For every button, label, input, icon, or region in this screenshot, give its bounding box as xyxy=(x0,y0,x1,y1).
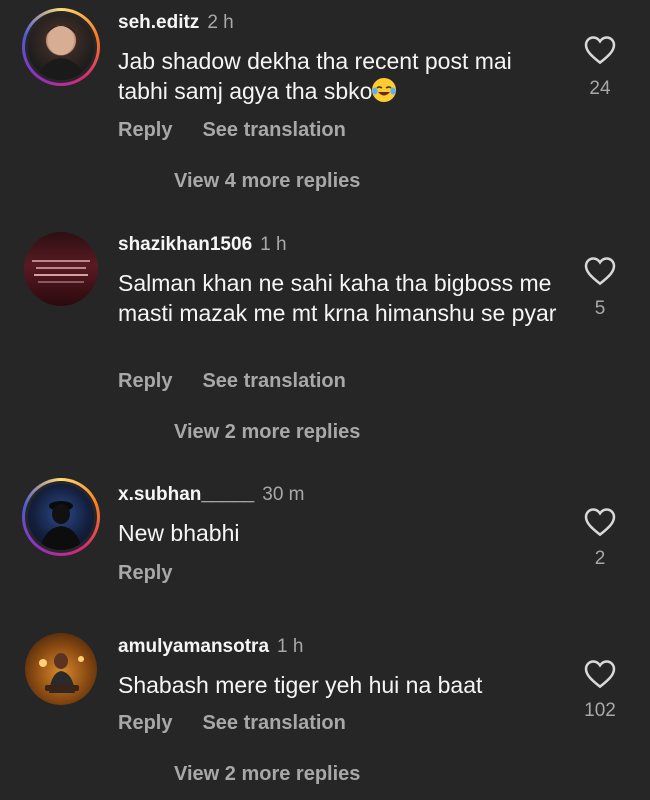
username[interactable]: amulyamansotra xyxy=(118,636,269,657)
comment-actions: Reply xyxy=(118,562,172,585)
username[interactable]: x.subhan_____ xyxy=(118,484,254,505)
reply-button[interactable]: Reply xyxy=(118,370,172,392)
comment-text: New bhabhi xyxy=(118,520,240,546)
comment-body: Jab shadow dekha tha recent post mai tab… xyxy=(118,48,512,104)
comment-meta: shazikhan1506 1 h xyxy=(118,234,287,256)
profile-photo-icon xyxy=(40,501,82,550)
username[interactable]: shazikhan1506 xyxy=(118,234,252,255)
comment-actions: Reply See translation xyxy=(118,712,346,735)
comment-meta: seh.editz 2 h xyxy=(118,12,234,34)
view-more-replies-button[interactable]: View 2 more replies xyxy=(174,421,360,444)
reply-button[interactable]: Reply xyxy=(118,562,172,584)
face-with-tears-of-joy-emoji xyxy=(372,78,397,102)
comment-meta: amulyamansotra 1 h xyxy=(118,636,303,658)
like-count: 24 xyxy=(589,78,611,99)
reply-button[interactable]: Reply xyxy=(118,119,172,141)
comment-actions: Reply See translation xyxy=(118,119,346,142)
like-count: 2 xyxy=(594,548,606,569)
avatar-seh-editz[interactable] xyxy=(22,8,100,86)
avatar-shazikhan1506[interactable] xyxy=(24,232,98,306)
avatar-x-subhan[interactable] xyxy=(22,478,100,556)
username[interactable]: seh.editz xyxy=(118,12,199,33)
comment-actions: Reply See translation xyxy=(118,370,346,393)
profile-photo-icon xyxy=(38,25,84,80)
timestamp: 30 m xyxy=(262,484,305,505)
heart-icon[interactable] xyxy=(584,659,616,689)
see-translation-button[interactable]: See translation xyxy=(202,712,345,734)
view-more-replies-button[interactable]: View 2 more replies xyxy=(174,763,360,786)
view-more-replies-button[interactable]: View 4 more replies xyxy=(174,170,360,193)
comment-text: Salman khan ne sahi kaha tha bigboss me … xyxy=(118,270,557,326)
like-count: 102 xyxy=(584,700,616,721)
comment-meta: x.subhan_____ 30 m xyxy=(118,484,305,506)
heart-icon[interactable] xyxy=(584,256,616,286)
heart-icon[interactable] xyxy=(584,35,616,65)
avatar-amulyamansotra[interactable] xyxy=(25,633,97,705)
timestamp: 1 h xyxy=(277,636,304,657)
quote-image-icon xyxy=(32,260,90,283)
see-translation-button[interactable]: See translation xyxy=(202,119,345,141)
heart-icon[interactable] xyxy=(584,507,616,537)
profile-photo-icon xyxy=(39,653,84,693)
comment-text: Jab shadow dekha tha recent post mai tab… xyxy=(118,46,558,106)
reply-button[interactable]: Reply xyxy=(118,712,172,734)
see-translation-button[interactable]: See translation xyxy=(202,370,345,392)
comment-text: Shabash mere tiger yeh hui na baat xyxy=(118,672,483,698)
timestamp: 2 h xyxy=(207,12,234,33)
like-count: 5 xyxy=(594,298,606,319)
timestamp: 1 h xyxy=(260,234,287,255)
